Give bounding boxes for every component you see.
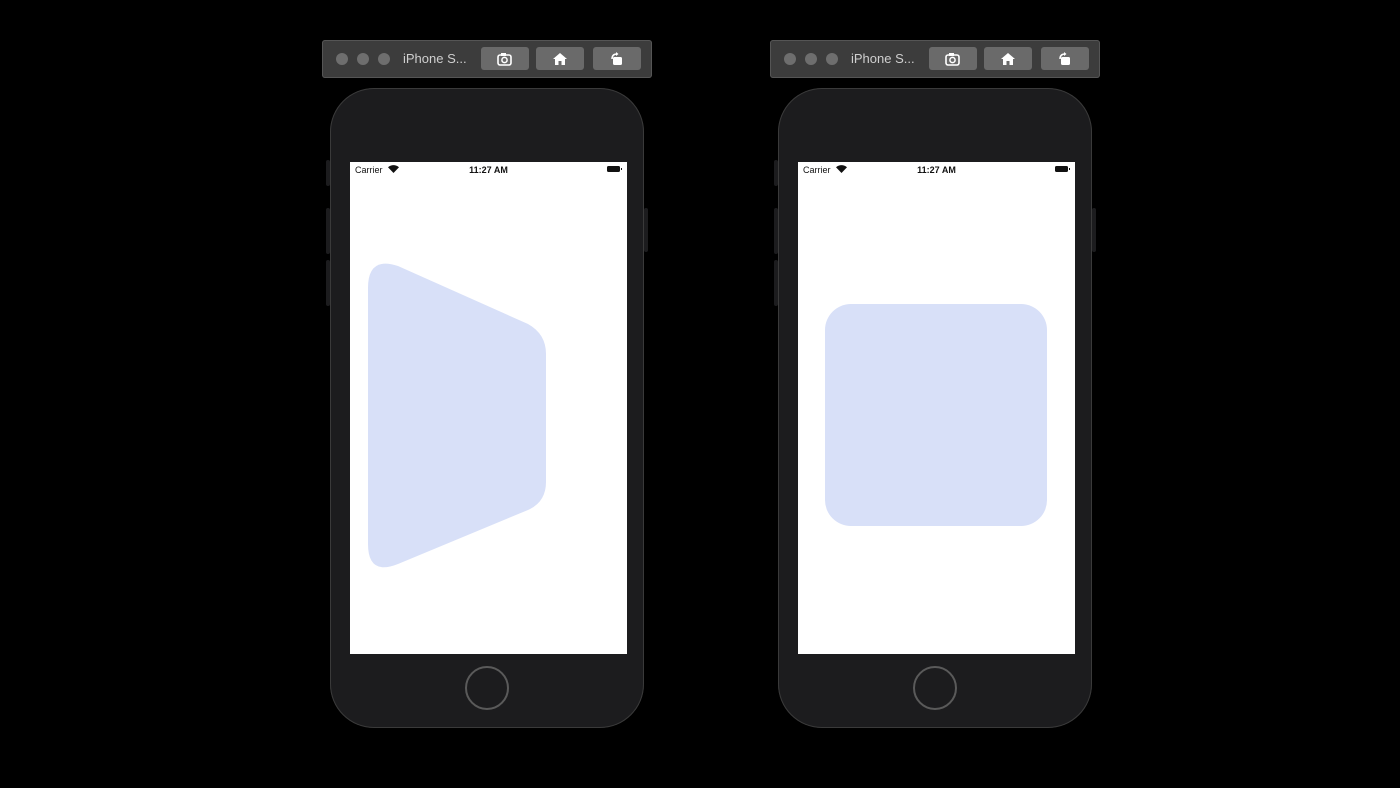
window-controls — [336, 53, 390, 65]
simulator-toolbar[interactable]: iPhone S... — [770, 40, 1100, 78]
screenshot-button[interactable] — [481, 47, 529, 70]
simulator-window-right: iPhone S... Carrier 11:27 AM — [770, 40, 1100, 730]
power-button — [1092, 208, 1096, 252]
screenshot-button[interactable] — [929, 47, 977, 70]
rotate-icon — [611, 51, 622, 65]
minimize-window-button[interactable] — [357, 53, 369, 65]
rotate-button[interactable] — [1041, 47, 1089, 70]
zoom-window-button[interactable] — [378, 53, 390, 65]
home-hardware-button[interactable] — [913, 666, 957, 710]
silent-switch — [774, 160, 778, 186]
silent-switch — [326, 160, 330, 186]
device-name-label: iPhone S... — [403, 51, 467, 66]
tilted-square-shape — [368, 263, 546, 568]
volume-up-button — [774, 208, 778, 254]
device-screen[interactable]: Carrier 11:27 AM — [350, 162, 627, 654]
minimize-window-button[interactable] — [805, 53, 817, 65]
screenshot-icon — [945, 52, 960, 66]
home-button[interactable] — [984, 47, 1032, 70]
simulator-toolbar[interactable]: iPhone S... — [322, 40, 652, 78]
volume-down-button — [326, 260, 330, 306]
close-window-button[interactable] — [336, 53, 348, 65]
home-hardware-button[interactable] — [465, 666, 509, 710]
rotate-button[interactable] — [593, 47, 641, 70]
zoom-window-button[interactable] — [826, 53, 838, 65]
home-button[interactable] — [536, 47, 584, 70]
animated-shape-canvas — [368, 263, 546, 568]
screenshot-icon — [497, 52, 512, 66]
device-name-label: iPhone S... — [851, 51, 915, 66]
volume-down-button — [774, 260, 778, 306]
rounded-square-shape — [825, 304, 1047, 526]
device-screen[interactable]: Carrier 11:27 AM — [798, 162, 1075, 654]
volume-up-button — [326, 208, 330, 254]
rotate-icon — [1059, 51, 1070, 65]
animated-shape-canvas — [825, 304, 1047, 526]
close-window-button[interactable] — [784, 53, 796, 65]
home-icon — [1001, 52, 1015, 65]
power-button — [644, 208, 648, 252]
iphone-frame: Carrier 11:27 AM — [774, 88, 1096, 728]
home-icon — [553, 52, 567, 65]
window-controls — [784, 53, 838, 65]
iphone-frame: Carrier 11:27 AM — [326, 88, 648, 728]
simulator-window-left: iPhone S... Carrier 11:27 AM — [322, 40, 652, 730]
